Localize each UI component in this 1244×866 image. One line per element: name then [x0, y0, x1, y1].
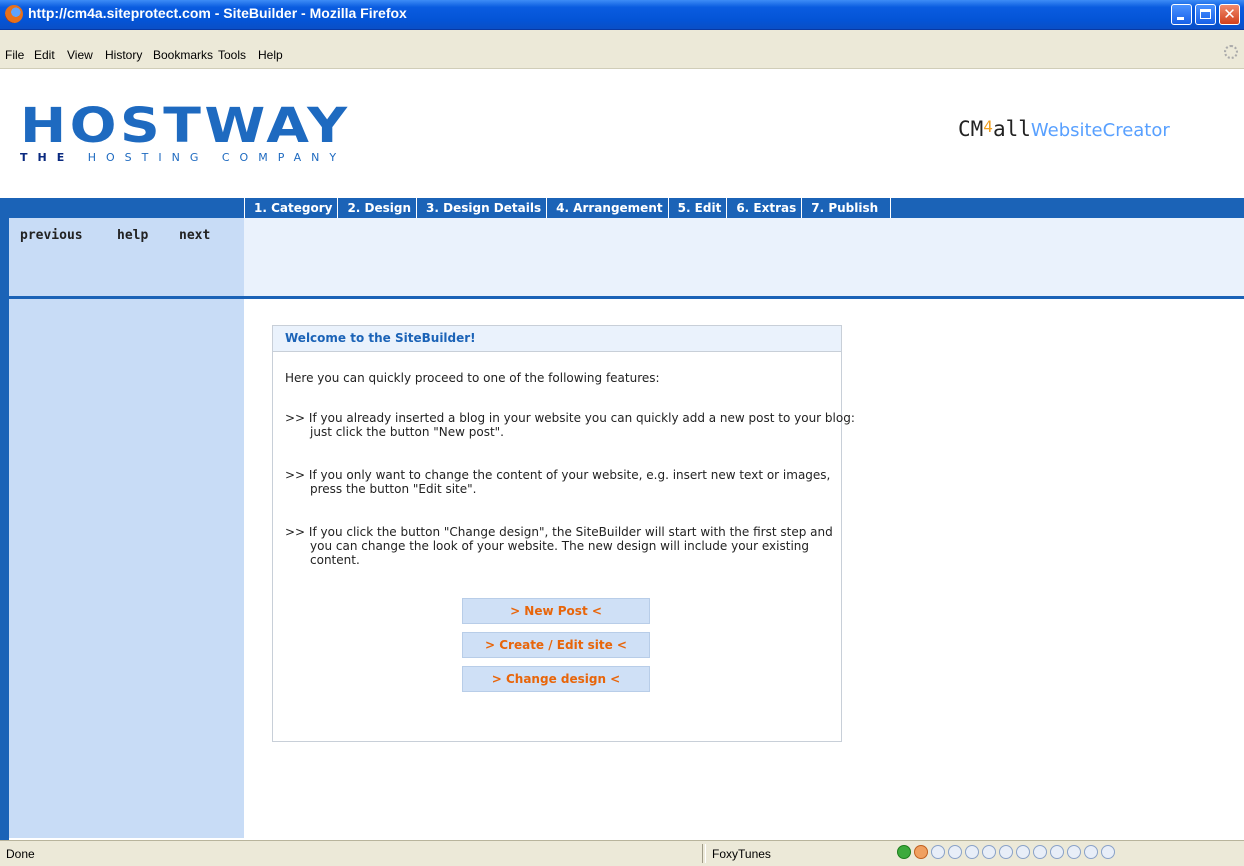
- tab-publish[interactable]: 7. Publish: [801, 198, 892, 218]
- menu-file[interactable]: File: [5, 48, 24, 62]
- minimize-button[interactable]: [1171, 4, 1192, 25]
- help-link[interactable]: help: [117, 228, 148, 243]
- eject-icon[interactable]: [1050, 845, 1064, 859]
- close-icon: ✕: [1223, 5, 1236, 23]
- new-post-button[interactable]: > New Post <: [462, 598, 650, 624]
- tab-design[interactable]: 2. Design: [337, 198, 416, 218]
- pause-icon[interactable]: [965, 845, 979, 859]
- brand-websitecreator: WebsiteCreator: [1030, 120, 1170, 141]
- more-arrow-icon[interactable]: [1101, 845, 1115, 859]
- welcome-title: Welcome to the SiteBuilder!: [273, 326, 841, 352]
- status-separator: [702, 844, 706, 863]
- play-icon[interactable]: [948, 845, 962, 859]
- stop-icon[interactable]: [982, 845, 996, 859]
- left-column: [9, 299, 244, 838]
- status-bar: Done FoxyTunes: [0, 840, 1244, 866]
- maximize-button[interactable]: [1195, 4, 1216, 25]
- title-bar: http://cm4a.siteprotect.com - SiteBuilde…: [0, 0, 1244, 30]
- scroll-up-icon[interactable]: [1067, 845, 1081, 859]
- foxytunes-player-icon[interactable]: [914, 845, 928, 859]
- site-header: HOSTWAY THE HOSTING COMPANY CM4allWebsit…: [0, 69, 1244, 197]
- brand-4: 4: [983, 117, 993, 136]
- volume-up-icon[interactable]: [1033, 845, 1047, 859]
- next-link[interactable]: next: [179, 228, 210, 243]
- subnav-area: [244, 218, 1244, 296]
- hostway-logo: HOSTWAY THE HOSTING COMPANY: [20, 102, 347, 164]
- foxytunes-go-icon[interactable]: [897, 845, 911, 859]
- menu-bookmarks[interactable]: Bookmarks: [153, 48, 213, 62]
- create-edit-site-button[interactable]: > Create / Edit site <: [462, 632, 650, 658]
- foxytunes-label[interactable]: FoxyTunes: [712, 847, 771, 861]
- volume-down-icon[interactable]: [1016, 845, 1030, 859]
- brand-cm: CM: [958, 117, 984, 141]
- tab-extras[interactable]: 6. Extras: [726, 198, 801, 218]
- close-button[interactable]: ✕: [1219, 4, 1240, 25]
- tab-edit[interactable]: 5. Edit: [667, 198, 727, 218]
- previous-link[interactable]: previous: [20, 228, 83, 243]
- menu-view[interactable]: View: [67, 48, 93, 62]
- tab-arrangement[interactable]: 4. Arrangement: [546, 198, 668, 218]
- window-title: http://cm4a.siteprotect.com - SiteBuilde…: [28, 5, 407, 21]
- menu-bar: File Edit View History Bookmarks Tools H…: [0, 30, 1244, 69]
- brand-all: all: [992, 117, 1031, 141]
- next-track-icon[interactable]: [999, 845, 1013, 859]
- throbber-icon: [1224, 45, 1238, 59]
- scroll-down-icon[interactable]: [1084, 845, 1098, 859]
- welcome-panel: Welcome to the SiteBuilder! Here you can…: [272, 325, 855, 742]
- menu-help[interactable]: Help: [258, 48, 283, 62]
- left-frame-border: [0, 218, 9, 840]
- firefox-icon: [5, 5, 23, 23]
- tab-design-details[interactable]: 3. Design Details: [416, 198, 546, 218]
- foxytunes-controls: [897, 845, 1115, 859]
- welcome-intro: Here you can quickly proceed to one of t…: [285, 371, 660, 385]
- cm4all-logo: CM4allWebsiteCreator: [958, 117, 1170, 141]
- menu-history[interactable]: History: [105, 48, 142, 62]
- welcome-item-change-design: >> If you click the button "Change desig…: [285, 525, 833, 567]
- subnav: previous help next: [9, 218, 244, 296]
- logo-main: HOSTWAY: [20, 98, 351, 154]
- menu-edit[interactable]: Edit: [34, 48, 55, 62]
- tab-category[interactable]: 1. Category: [244, 198, 337, 218]
- step-navbar: 1. Category 2. Design 3. Design Details …: [0, 198, 1244, 218]
- welcome-item-edit-site: >> If you only want to change the conten…: [285, 468, 831, 496]
- change-design-button[interactable]: > Change design <: [462, 666, 650, 692]
- welcome-item-new-post: >> If you already inserted a blog in you…: [285, 411, 855, 439]
- status-text: Done: [6, 847, 35, 861]
- previous-track-icon[interactable]: [931, 845, 945, 859]
- menu-tools[interactable]: Tools: [218, 48, 246, 62]
